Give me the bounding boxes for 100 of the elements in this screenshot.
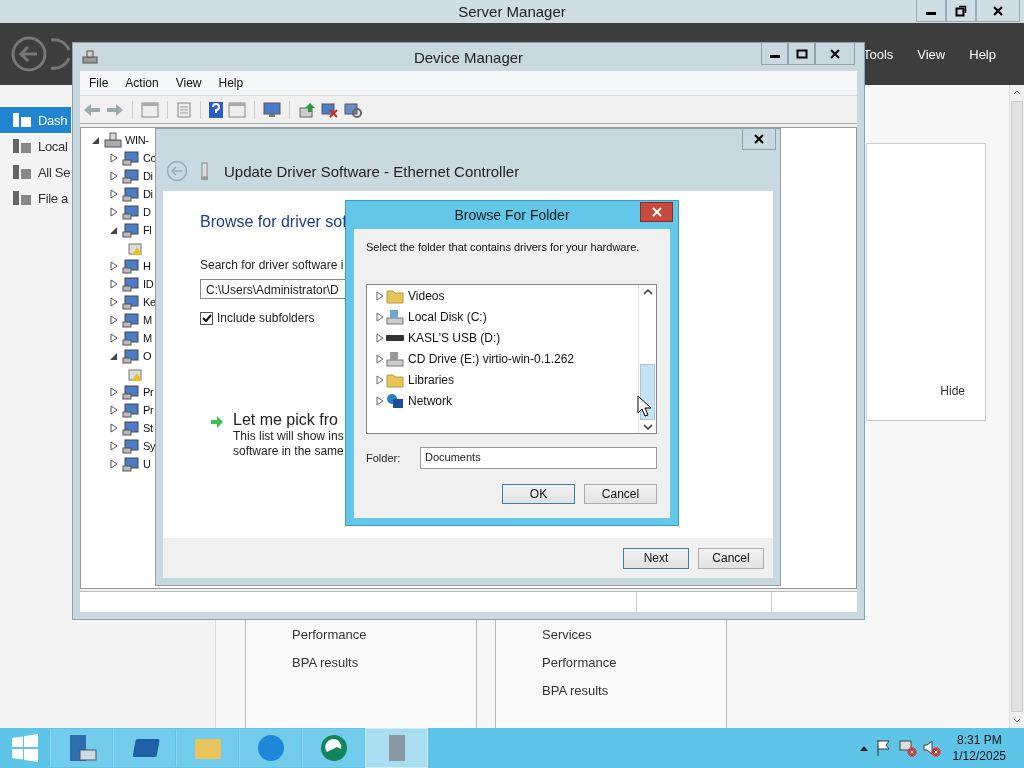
expand-icon[interactable]: [109, 387, 119, 397]
folder-item[interactable]: CD Drive (E:) virtio-win-0.1.262: [408, 351, 575, 366]
expand-icon[interactable]: [109, 423, 119, 433]
sidebar-item[interactable]: Dash: [0, 107, 71, 133]
tree-item[interactable]: Di: [143, 188, 153, 200]
tree-item[interactable]: Ke: [143, 296, 156, 308]
folder-field[interactable]: Documents: [420, 447, 657, 469]
device-icon: [122, 348, 140, 364]
menu-item[interactable]: Help: [969, 46, 996, 62]
menu-item[interactable]: View: [917, 46, 946, 62]
minimize-button[interactable]: [916, 0, 946, 22]
maximize-button[interactable]: [788, 43, 815, 65]
tree-item[interactable]: H: [143, 260, 151, 272]
menu-item[interactable]: View: [175, 76, 202, 90]
expand-icon[interactable]: [109, 441, 119, 451]
scrollbar[interactable]: [638, 285, 656, 433]
folder-item[interactable]: Libraries: [408, 372, 455, 387]
taskbar-app[interactable]: [50, 729, 112, 767]
cancel-button[interactable]: Cancel: [698, 547, 764, 569]
tree-item[interactable]: M: [143, 332, 152, 344]
expand-icon[interactable]: [109, 261, 119, 271]
checkbox[interactable]: [200, 311, 213, 325]
expand-icon[interactable]: [375, 395, 385, 406]
checkbox-label[interactable]: Include subfolders: [217, 311, 315, 325]
tree-item[interactable]: Fl: [143, 224, 152, 236]
tree-item[interactable]: D: [143, 206, 151, 218]
expand-icon[interactable]: [109, 153, 119, 163]
clock-time[interactable]: 8:31 PM: [956, 732, 1002, 748]
hide-link[interactable]: Hide: [940, 384, 965, 398]
expand-icon[interactable]: [109, 315, 119, 325]
close-button[interactable]: [742, 129, 776, 150]
back-icon[interactable]: [11, 36, 47, 72]
tree-item[interactable]: M: [143, 314, 152, 326]
expand-icon[interactable]: [375, 353, 385, 364]
remove-device-icon[interactable]: [321, 101, 339, 118]
ok-button[interactable]: OK: [502, 484, 575, 504]
collapse-icon[interactable]: [109, 225, 119, 235]
expand-icon[interactable]: [375, 290, 385, 301]
tile-link[interactable]: BPA results: [292, 649, 359, 677]
tree-item[interactable]: Di: [143, 170, 153, 182]
muted-speaker-icon[interactable]: [922, 739, 941, 757]
close-button[interactable]: [640, 202, 673, 222]
tree-item[interactable]: Pr: [143, 386, 154, 398]
monitor-icon[interactable]: [263, 101, 281, 118]
tree-item[interactable]: U: [143, 458, 151, 470]
sidebar-item[interactable]: File a: [0, 185, 71, 211]
expand-icon[interactable]: [375, 332, 385, 343]
close-button[interactable]: [815, 43, 855, 65]
scan-icon[interactable]: [344, 101, 362, 118]
menu-item[interactable]: Help: [218, 76, 244, 90]
tile-link[interactable]: Performance: [542, 649, 617, 677]
tree-item[interactable]: St: [143, 422, 153, 434]
expand-icon[interactable]: [109, 207, 119, 217]
sidebar-item[interactable]: All Se: [0, 159, 71, 185]
collapse-icon[interactable]: [91, 135, 101, 145]
folder-item[interactable]: Network: [408, 393, 452, 408]
menu-item[interactable]: File: [89, 76, 109, 90]
device-icon: [122, 438, 140, 454]
tree-item[interactable]: WIN-: [125, 134, 149, 146]
up-arrow-icon[interactable]: [858, 744, 869, 752]
forward-icon[interactable]: [49, 36, 71, 72]
option-link[interactable]: Let me pick fro: [233, 411, 338, 429]
expand-icon[interactable]: [109, 405, 119, 415]
cancel-button[interactable]: Cancel: [584, 484, 657, 504]
tile-link[interactable]: Performance: [292, 621, 367, 649]
tree-item[interactable]: Pr: [143, 404, 154, 416]
start-icon[interactable]: [11, 734, 39, 762]
folder-item[interactable]: Videos: [408, 288, 445, 303]
minimize-button[interactable]: [761, 43, 788, 65]
expand-icon[interactable]: [109, 297, 119, 307]
tree-item[interactable]: ID: [143, 278, 154, 290]
close-button[interactable]: [976, 0, 1020, 22]
tile-link[interactable]: Services: [542, 621, 592, 649]
expand-icon[interactable]: [109, 459, 119, 469]
expand-icon[interactable]: [375, 311, 385, 322]
expand-icon[interactable]: [109, 333, 119, 343]
taskbar-app[interactable]: [302, 729, 364, 767]
device-icon: [200, 161, 210, 181]
expand-icon[interactable]: [109, 171, 119, 181]
tree-item[interactable]: O: [143, 350, 152, 362]
folder-item[interactable]: Local Disk (C:): [408, 309, 487, 324]
expand-icon[interactable]: [109, 279, 119, 289]
menu-item[interactable]: Action: [125, 76, 159, 90]
tree-item[interactable]: Sy: [143, 440, 156, 452]
expand-icon[interactable]: [375, 374, 385, 385]
next-button[interactable]: Next: [623, 547, 689, 569]
network-error-icon[interactable]: [898, 739, 917, 757]
taskbar-app[interactable]: [113, 729, 175, 767]
sidebar-item[interactable]: Local: [0, 133, 71, 159]
update-icon[interactable]: [298, 101, 316, 118]
collapse-icon[interactable]: [109, 351, 119, 361]
restore-icon: [955, 4, 967, 17]
folder-item[interactable]: KASL'S USB (D:): [408, 330, 501, 345]
flag-icon[interactable]: [874, 739, 893, 757]
expand-icon[interactable]: [109, 189, 119, 199]
tile-link[interactable]: BPA results: [542, 677, 609, 705]
help-icon[interactable]: [209, 101, 223, 118]
restore-button[interactable]: [946, 0, 976, 22]
menu-item[interactable]: Tools: [862, 46, 894, 62]
clock-date[interactable]: 1/12/2025: [952, 748, 1006, 764]
